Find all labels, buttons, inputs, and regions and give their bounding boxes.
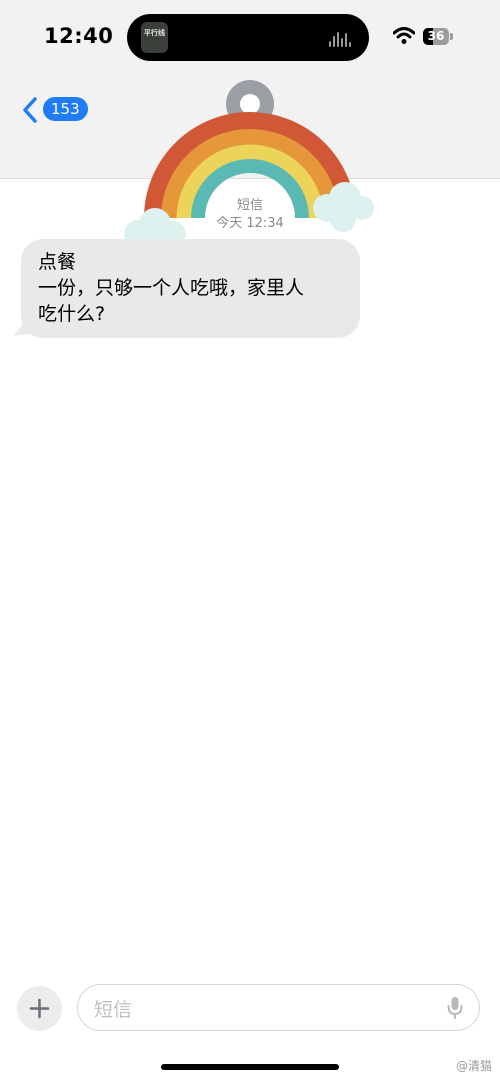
incoming-message-bubble[interactable]: 点餐 一份，只够一个人吃哦，家里人 吃什么?: [21, 239, 360, 338]
dynamic-island[interactable]: 平行线: [127, 14, 369, 61]
album-title: 平行线: [144, 29, 165, 37]
message-timestamp: 今天 12:34: [216, 216, 284, 231]
add-attachment-button[interactable]: [17, 986, 62, 1031]
message-line: 点餐: [38, 251, 77, 273]
home-indicator[interactable]: [161, 1064, 339, 1070]
rainbow-sticker[interactable]: [122, 76, 378, 266]
message-input[interactable]: 短信: [77, 984, 480, 1031]
watermark: @清猫: [455, 1059, 492, 1073]
message-line: 吃什么?: [38, 303, 106, 325]
plus-icon: [29, 998, 50, 1019]
chevron-left-icon: [23, 97, 37, 123]
status-time: 12:40: [44, 24, 114, 48]
mic-icon[interactable]: [447, 996, 463, 1020]
input-placeholder: 短信: [94, 999, 133, 1021]
audio-waveform-icon: [329, 29, 353, 47]
battery-level: 36: [427, 29, 445, 43]
battery-tip: [450, 33, 453, 40]
wifi-icon: [393, 27, 415, 44]
album-art-icon: 平行线: [141, 22, 168, 53]
back-button[interactable]: 153: [18, 94, 88, 126]
message-line: 一份，只够一个人吃哦，家里人: [38, 277, 305, 299]
sender-name: 短信: [236, 198, 263, 213]
unread-count-badge: 153: [43, 97, 88, 121]
battery-icon: 36: [423, 28, 453, 45]
